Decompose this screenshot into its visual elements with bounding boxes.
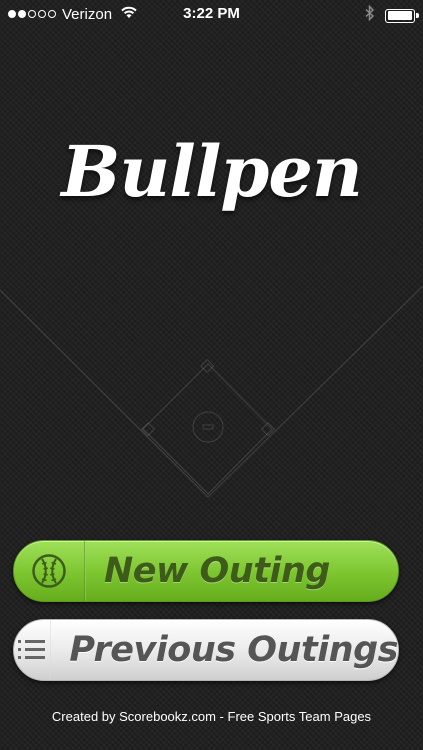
new-outing-button[interactable]: New Outing xyxy=(13,540,399,602)
previous-outings-button[interactable]: Previous Outings xyxy=(13,619,399,681)
baseball-diamond-icon xyxy=(0,285,423,498)
battery-icon xyxy=(385,8,419,23)
status-time: 3:22 PM xyxy=(183,5,240,22)
bluetooth-icon xyxy=(365,4,375,26)
app-logo: Bullpen xyxy=(61,130,363,213)
footer-credit[interactable]: Created by Scorebookz.com - Free Sports … xyxy=(0,709,423,724)
previous-outings-label: Previous Outings xyxy=(69,630,398,670)
list-icon xyxy=(14,620,50,680)
new-outing-label: New Outing xyxy=(104,551,330,591)
baseball-icon xyxy=(14,541,84,601)
status-right xyxy=(365,4,419,26)
status-bar: Verizon 3:22 PM xyxy=(0,0,423,28)
